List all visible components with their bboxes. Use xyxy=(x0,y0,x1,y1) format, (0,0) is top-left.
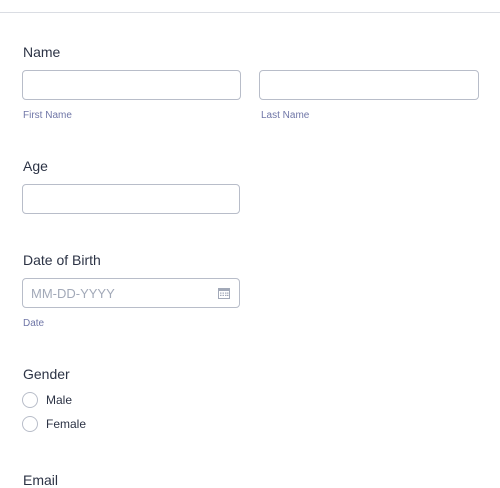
first-name-input[interactable] xyxy=(22,70,241,100)
name-label: Name xyxy=(23,44,61,60)
gender-label: Gender xyxy=(23,366,70,382)
radio-button-female[interactable] xyxy=(22,416,38,432)
last-name-input[interactable] xyxy=(259,70,479,100)
age-label: Age xyxy=(23,158,48,174)
dob-input[interactable] xyxy=(22,278,240,308)
gender-option-female[interactable]: Female xyxy=(22,416,86,432)
first-name-sublabel: First Name xyxy=(23,110,72,121)
top-divider xyxy=(0,12,500,13)
age-input[interactable] xyxy=(22,184,240,214)
radio-button-male[interactable] xyxy=(22,392,38,408)
dob-sublabel: Date xyxy=(23,318,45,329)
radio-label-female: Female xyxy=(46,417,87,431)
radio-label-male: Male xyxy=(46,393,73,407)
calendar-icon[interactable] xyxy=(218,287,230,299)
email-label: Email xyxy=(23,472,59,488)
last-name-sublabel: Last Name xyxy=(261,110,310,121)
gender-option-male[interactable]: Male xyxy=(22,392,72,408)
dob-label: Date of Birth xyxy=(23,252,101,268)
